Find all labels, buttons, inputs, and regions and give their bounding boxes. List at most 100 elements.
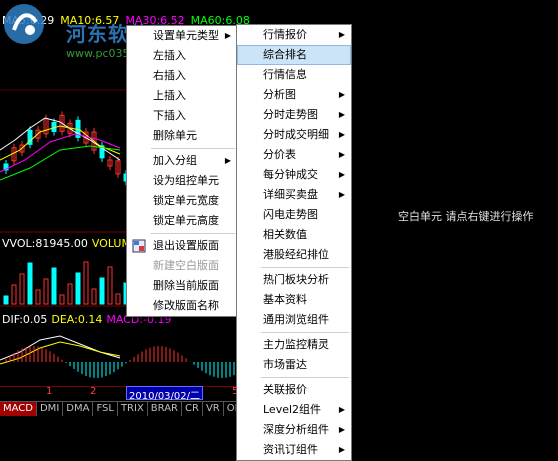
macd-bars — [5, 346, 239, 378]
menu-item-label: 通用浏览组件 — [263, 313, 329, 326]
submenu-quote-list[interactable]: 行情报价 ▶ — [237, 25, 351, 45]
menu-separator — [151, 148, 235, 149]
submenu-level2-widgets[interactable]: Level2组件 ▶ — [237, 400, 351, 420]
submenu-minute-trades[interactable]: 每分钟成交 ▶ — [237, 165, 351, 185]
volume-readout: VVOL:81945.00 VOLUM — [2, 237, 131, 250]
menu-set-group-control[interactable]: 设为组控单元 — [127, 171, 237, 191]
menu-item-label: 深度分析组件 — [263, 423, 329, 436]
submenu-analysis-chart[interactable]: 分析图 ▶ — [237, 85, 351, 105]
menu-item-label: 行情报价 — [263, 28, 307, 41]
menu-delete-layout[interactable]: 删除当前版面 — [127, 276, 237, 296]
menu-item-label: 锁定单元宽度 — [153, 194, 219, 207]
submenu-browser-widget[interactable]: 通用浏览组件 — [237, 310, 351, 330]
tab-vr[interactable]: VR — [203, 402, 224, 416]
submenu-arrow-icon: ▶ — [338, 130, 345, 139]
menu-insert-right[interactable]: 右插入 — [127, 66, 237, 86]
menu-insert-down[interactable]: 下插入 — [127, 106, 237, 126]
submenu-arrow-icon: ▶ — [224, 156, 231, 165]
menu-item-label: 相关数值 — [263, 228, 307, 241]
menu-item-label: 主力监控精灵 — [263, 338, 329, 351]
submenu-price-table[interactable]: 分价表 ▶ — [237, 145, 351, 165]
menu-insert-up[interactable]: 上插入 — [127, 86, 237, 106]
volume-bar — [115, 293, 121, 305]
menu-new-layout[interactable]: 新建空白版面 — [127, 256, 237, 276]
submenu-arrow-icon: ▶ — [338, 405, 345, 414]
exit-layout-icon — [132, 239, 146, 253]
submenu-arrow-icon: ▶ — [338, 150, 345, 159]
tab-macd[interactable]: MACD — [0, 402, 37, 416]
submenu-arrow-icon: ▶ — [338, 90, 345, 99]
submenu-quote-info[interactable]: 行情信息 — [237, 65, 351, 85]
submenu-order-book[interactable]: 详细买卖盘 ▶ — [237, 185, 351, 205]
volume-bar — [19, 273, 25, 305]
tab-dmi[interactable]: DMI — [37, 402, 64, 416]
axis-tick-2: 2 — [90, 386, 97, 397]
menu-separator — [261, 377, 349, 378]
tab-cr[interactable]: CR — [182, 402, 203, 416]
volume-bar — [51, 267, 57, 305]
volume-bar — [3, 295, 9, 305]
menu-item-label: 删除当前版面 — [153, 279, 219, 292]
menu-item-label: 左插入 — [153, 49, 186, 62]
menu-item-label: 综合排名 — [263, 48, 307, 61]
tab-dma[interactable]: DMA — [63, 402, 94, 416]
submenu-intraday-chart[interactable]: 分时走势图 ▶ — [237, 105, 351, 125]
menu-item-label: 详细买卖盘 — [263, 188, 318, 201]
menu-exit-layout[interactable]: 退出设置版面 — [127, 236, 237, 256]
volume-bar — [107, 266, 113, 305]
volume-bar — [27, 262, 33, 305]
volume-value: VVOL:81945.00 — [2, 237, 88, 250]
date-axis: 1 2 2010/03/02/二 5 — [0, 386, 240, 402]
tab-trix[interactable]: TRIX — [118, 402, 148, 416]
dif-value: DIF:0.05 — [2, 313, 48, 326]
menu-delete-cell[interactable]: 删除单元 — [127, 126, 237, 146]
submenu-depth-widgets[interactable]: 深度分析组件 ▶ — [237, 420, 351, 440]
cell-type-submenu: 行情报价 ▶ 综合排名 行情信息 分析图 ▶ 分时走势图 ▶ 分时成交明细 ▶ 分价表 ▶… — [236, 24, 352, 461]
cursor-date: 2010/03/02/二 — [126, 386, 204, 402]
menu-item-label: 新建空白版面 — [153, 259, 219, 272]
submenu-main-monitor[interactable]: 主力监控精灵 — [237, 335, 351, 355]
menu-item-label: 右插入 — [153, 69, 186, 82]
empty-cell-message: 空白单元 请点右键进行操作 — [398, 210, 534, 223]
submenu-arrow-icon: ▶ — [338, 170, 345, 179]
axis-tick-1: 1 — [46, 386, 53, 397]
submenu-info-widgets[interactable]: 资讯订组件 ▶ — [237, 440, 351, 460]
menu-item-label: 删除单元 — [153, 129, 197, 142]
submenu-arrow-icon: ▶ — [338, 30, 345, 39]
menu-item-label: 分时走势图 — [263, 108, 318, 121]
menu-item-label: 分价表 — [263, 148, 296, 161]
menu-lock-width[interactable]: 锁定单元宽度 — [127, 191, 237, 211]
menu-insert-left[interactable]: 左插入 — [127, 46, 237, 66]
volume-bar — [83, 261, 89, 305]
submenu-flash-chart[interactable]: 闪电走势图 — [237, 205, 351, 225]
tab-fsl[interactable]: FSL — [93, 402, 118, 416]
menu-item-label: 每分钟成交 — [263, 168, 318, 181]
submenu-basic-info[interactable]: 基本资料 — [237, 290, 351, 310]
menu-item-label: 修改版面名称 — [153, 299, 219, 312]
menu-lock-height[interactable]: 锁定单元高度 — [127, 211, 237, 231]
submenu-linked-quote[interactable]: 关联报价 — [237, 380, 351, 400]
menu-item-label: 资讯订组件 — [263, 443, 318, 456]
menu-item-label: 设为组控单元 — [153, 174, 219, 187]
submenu-related-values[interactable]: 相关数值 — [237, 225, 351, 245]
menu-set-cell-type[interactable]: 设置单元类型 ▶ — [127, 26, 237, 46]
menu-separator — [261, 267, 349, 268]
menu-item-label: 分时成交明细 — [263, 128, 329, 141]
menu-item-label: 加入分组 — [153, 154, 197, 167]
menu-item-label: 退出设置版面 — [153, 239, 219, 252]
submenu-ranking[interactable]: 综合排名 — [237, 45, 351, 65]
menu-item-label: 上插入 — [153, 89, 186, 102]
submenu-hot-sectors[interactable]: 热门板块分析 — [237, 270, 351, 290]
tab-brar[interactable]: BRAR — [148, 402, 182, 416]
menu-item-label: 基本资料 — [263, 293, 307, 306]
submenu-hk-broker[interactable]: 港股经纪排位 — [237, 245, 351, 265]
submenu-arrow-icon: ▶ — [224, 31, 231, 40]
menu-add-group[interactable]: 加入分组 ▶ — [127, 151, 237, 171]
menu-separator — [151, 233, 235, 234]
menu-item-label: 热门板块分析 — [263, 273, 329, 286]
submenu-arrow-icon: ▶ — [338, 425, 345, 434]
submenu-tick-detail[interactable]: 分时成交明细 ▶ — [237, 125, 351, 145]
volume-bar — [35, 289, 41, 305]
submenu-market-radar[interactable]: 市场雷达 — [237, 355, 351, 375]
menu-rename-layout[interactable]: 修改版面名称 — [127, 296, 237, 316]
